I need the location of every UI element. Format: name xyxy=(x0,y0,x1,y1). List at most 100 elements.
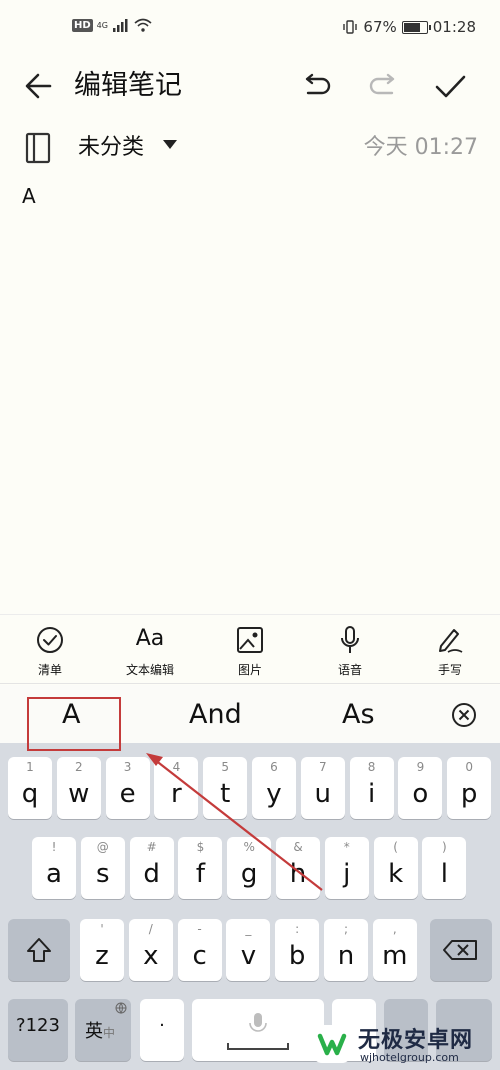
language-switch-key[interactable]: 英中 xyxy=(75,999,131,1061)
key-hint: : xyxy=(295,922,300,936)
editor-toolbar: 清单 Aa 文本编辑 图片 语音 手写 xyxy=(0,614,500,684)
key-char: u xyxy=(314,779,332,809)
candidate-word[interactable]: And xyxy=(189,697,242,733)
key-char: d xyxy=(143,859,160,889)
note-content[interactable]: A xyxy=(22,182,36,210)
tool-image[interactable]: 图片 xyxy=(210,615,290,685)
key-r[interactable]: 4r xyxy=(154,757,199,819)
key-hint: 6 xyxy=(270,760,278,774)
key-char: t xyxy=(220,779,231,809)
key-d[interactable]: # d xyxy=(129,837,174,899)
backspace-icon xyxy=(443,940,477,960)
key-hint: * xyxy=(343,840,350,854)
annotation-highlight-box xyxy=(27,697,121,751)
watermark-title: 无极安卓网 xyxy=(358,1028,474,1053)
key-w[interactable]: 2w xyxy=(56,757,101,819)
key-y[interactable]: 6y xyxy=(252,757,296,819)
tool-label: 手写 xyxy=(437,663,462,677)
shift-key[interactable] xyxy=(8,919,70,981)
key-hint: 9 xyxy=(416,760,425,774)
key-char: w xyxy=(68,779,90,809)
status-time: 01:28 xyxy=(432,18,476,36)
key-l[interactable]: ) l xyxy=(422,837,467,899)
key-hint: $ xyxy=(196,840,205,854)
key-m[interactable]: ,m xyxy=(372,919,417,981)
key-char: g xyxy=(240,859,258,889)
key-q[interactable]: 1q xyxy=(8,757,52,819)
key-c[interactable]: -c xyxy=(177,919,222,981)
key-a[interactable]: ! a xyxy=(32,837,76,899)
key-x[interactable]: / x xyxy=(128,919,173,981)
undo-icon xyxy=(305,73,331,95)
key-char: j xyxy=(343,859,351,889)
symbols-key[interactable]: ?123 xyxy=(8,999,68,1061)
key-char: b xyxy=(288,941,306,971)
tool-text-edit[interactable]: Aa 文本编辑 xyxy=(110,615,190,685)
key-i[interactable]: 8i xyxy=(349,757,394,819)
key-z[interactable]: ' z xyxy=(80,919,124,981)
key-e[interactable]: 3e xyxy=(105,757,150,819)
key-b[interactable]: :b xyxy=(275,919,320,981)
signal-icon xyxy=(112,19,128,32)
dot-key[interactable]: · xyxy=(140,999,184,1061)
vibrate-icon xyxy=(343,20,358,34)
key-char: h xyxy=(289,859,307,889)
key-t[interactable]: 5t xyxy=(203,757,248,819)
watermark-logo xyxy=(313,1025,351,1063)
app-bar: 编辑笔记 xyxy=(0,58,500,122)
status-left: HD 4G xyxy=(72,18,152,32)
lang-sub: 中 xyxy=(102,1026,115,1040)
hd-badge: HD xyxy=(72,18,93,32)
notebook-icon[interactable] xyxy=(24,132,52,164)
microphone-icon xyxy=(227,1013,289,1050)
tool-checklist[interactable]: 清单 xyxy=(10,615,90,685)
key-hint: 7 xyxy=(318,760,327,774)
key-hint: 0 xyxy=(465,760,473,774)
undo-button[interactable] xyxy=(296,66,336,106)
key-u[interactable]: 7u xyxy=(300,757,345,819)
tool-label: 清单 xyxy=(37,663,62,677)
status-right: 67% 01:28 xyxy=(342,18,476,36)
back-button[interactable] xyxy=(20,66,60,106)
key-g[interactable]: % g xyxy=(227,837,272,899)
tool-label: 语音 xyxy=(337,663,362,677)
key-hint: % xyxy=(243,840,255,854)
key-hint: 1 xyxy=(26,760,34,774)
battery-percent: 67% xyxy=(363,18,397,36)
tool-label: 图片 xyxy=(237,663,262,677)
image-icon xyxy=(237,627,263,653)
key-f[interactable]: $ f xyxy=(178,837,223,899)
key-k[interactable]: (k xyxy=(373,837,418,899)
key-char: k xyxy=(388,859,404,889)
key-p[interactable]: 0p xyxy=(447,757,492,819)
redo-button[interactable] xyxy=(364,66,404,106)
key-char: l xyxy=(440,859,448,889)
backspace-key[interactable] xyxy=(430,919,492,981)
wifi-icon xyxy=(134,18,152,32)
key-v[interactable]: _ v xyxy=(226,919,271,981)
key-hint: - xyxy=(197,922,202,936)
category-selector[interactable]: 未分类 xyxy=(78,132,144,164)
candidate-word[interactable]: As xyxy=(342,697,375,733)
space-key[interactable] xyxy=(192,999,324,1061)
key-char: c xyxy=(192,941,207,971)
key-hint: & xyxy=(293,840,303,854)
tool-handwriting[interactable]: 手写 xyxy=(410,615,490,685)
key-s[interactable]: @ s xyxy=(80,837,125,899)
text-format-icon: Aa xyxy=(135,626,165,651)
key-n[interactable]: ; n xyxy=(324,919,368,981)
key-j[interactable]: * j xyxy=(324,837,369,899)
caret-down-icon[interactable] xyxy=(163,140,177,149)
key-hint: ; xyxy=(343,922,349,936)
key-char: p xyxy=(460,779,478,809)
key-o[interactable]: 9o xyxy=(398,757,443,819)
key-char: · xyxy=(159,1015,165,1036)
key-char: s xyxy=(96,859,110,889)
page-title: 编辑笔记 xyxy=(74,70,182,101)
key-h[interactable]: & h xyxy=(276,837,320,899)
done-button[interactable] xyxy=(430,66,470,106)
close-circle-icon[interactable] xyxy=(450,701,478,729)
tool-voice[interactable]: 语音 xyxy=(310,615,390,685)
key-hint: 3 xyxy=(123,760,132,774)
key-hint: ) xyxy=(442,840,447,854)
